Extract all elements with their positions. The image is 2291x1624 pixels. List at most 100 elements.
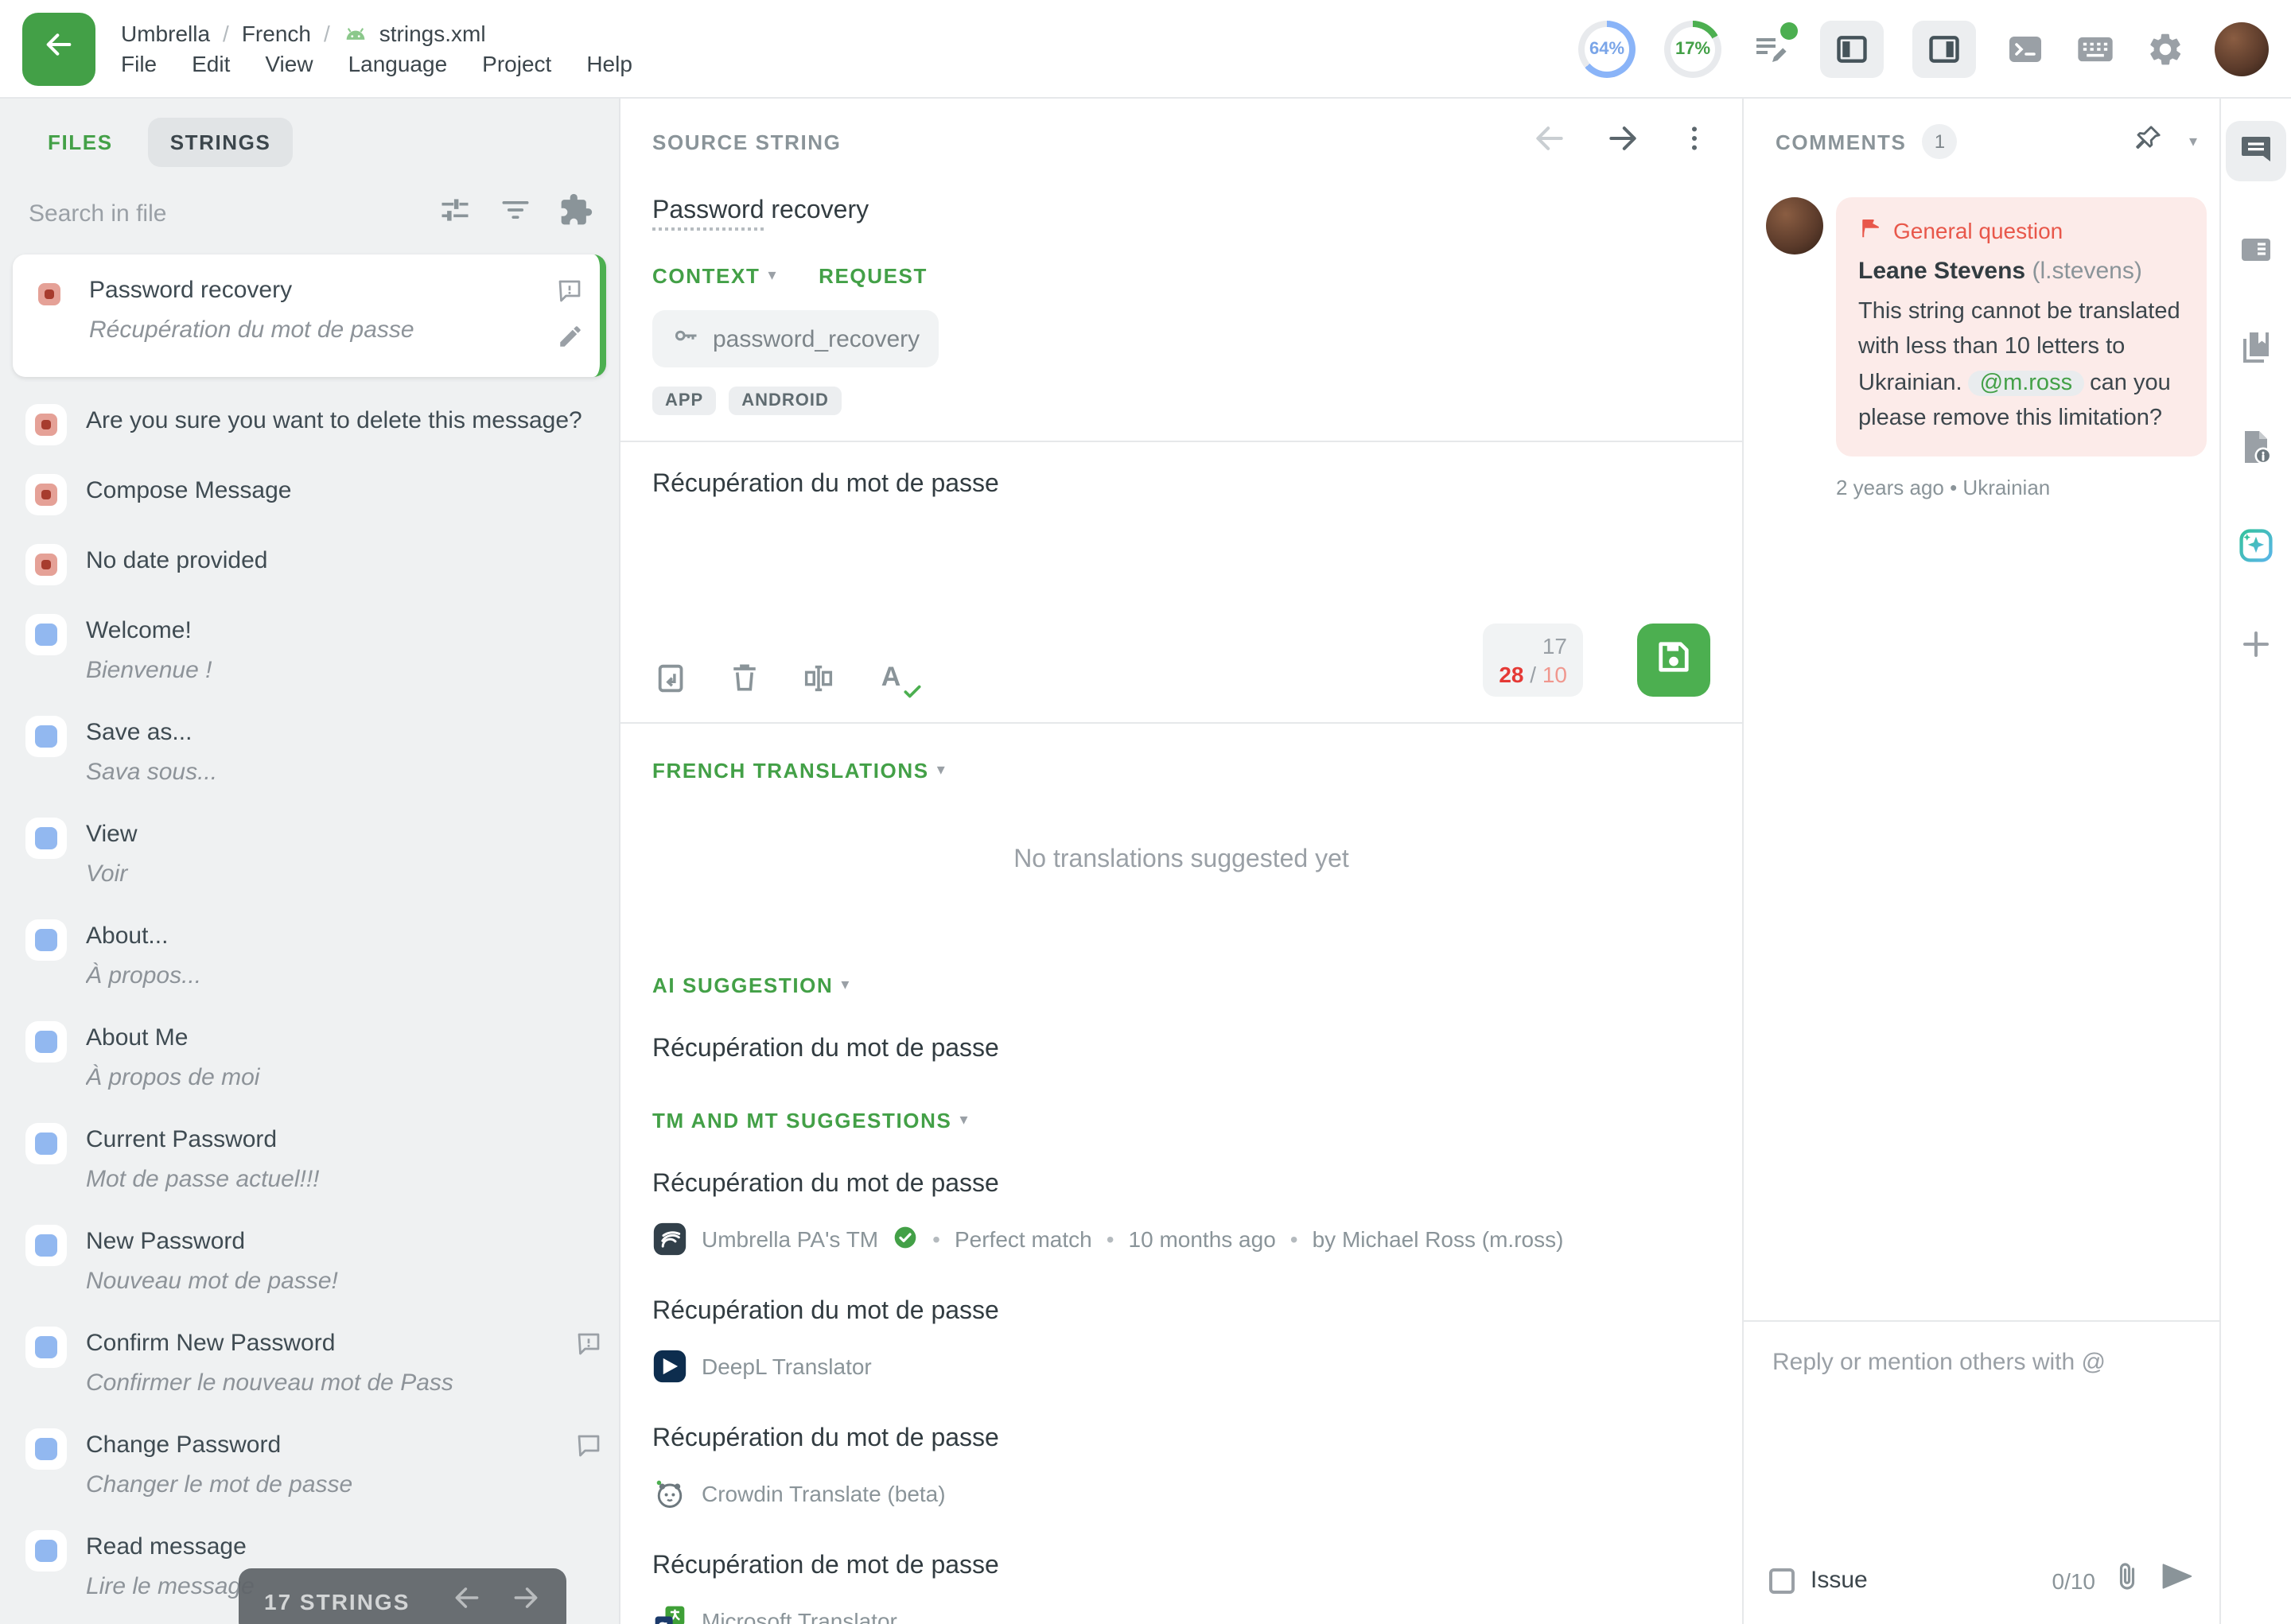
list-item[interactable]: No date provided — [0, 530, 619, 600]
breadcrumb-file[interactable]: strings.xml — [379, 21, 486, 46]
comment-card: General question Leane Stevens (l.steven… — [1836, 197, 2207, 457]
filter-icon[interactable] — [498, 192, 533, 235]
deepl-icon — [652, 1349, 687, 1384]
string-source-text: Change Password — [86, 1428, 555, 1462]
pin-icon[interactable] — [2132, 122, 2164, 161]
list-item[interactable]: Confirm New Password Confirmer le nouvea… — [0, 1312, 619, 1414]
menu-item[interactable]: Project — [482, 51, 551, 76]
list-item[interactable]: View Voir — [0, 803, 619, 905]
toggle-right-panel-button[interactable] — [1912, 20, 1976, 77]
list-item[interactable]: Change Password Changer le mot de passe — [0, 1414, 619, 1516]
list-item[interactable]: Welcome! Bienvenue ! — [0, 600, 619, 701]
chevron-down-icon[interactable]: ▾ — [2189, 133, 2197, 150]
microsoft-translator-icon — [652, 1603, 687, 1624]
translation-input[interactable]: Récupération du mot de passe — [652, 471, 1710, 624]
glossary-tab-icon[interactable] — [2226, 318, 2286, 379]
list-item[interactable]: Password recovery Récupération du mot de… — [13, 254, 606, 377]
list-item[interactable]: Current Password Mot de passe actuel!!! — [0, 1109, 619, 1210]
user-avatar[interactable] — [2215, 21, 2269, 76]
previous-string-icon[interactable] — [452, 1583, 482, 1621]
more-options-icon[interactable] — [1678, 122, 1710, 161]
save-button[interactable] — [1637, 624, 1710, 697]
suggestion-text[interactable]: Récupération du mot de passe — [620, 1393, 1742, 1454]
list-item[interactable]: Compose Message — [0, 460, 619, 530]
ai-suggestion-header[interactable]: AI SUGGESTION▾ — [652, 973, 850, 997]
editor-panel: SOURCE STRING Password recovery CONTEXT▾… — [620, 99, 1742, 1624]
next-arrow-icon[interactable] — [1605, 120, 1640, 163]
suggestion[interactable]: Récupération du mot de passe — [620, 1266, 1742, 1393]
mention-chip[interactable]: @m.ross — [1969, 371, 2083, 396]
breadcrumb-project[interactable]: Umbrella — [121, 21, 210, 46]
string-source-text: No date provided — [86, 544, 584, 577]
comments-panel: COMMENTS 1 ▾ General question — [1742, 99, 2219, 1624]
attachment-icon[interactable] — [2111, 1560, 2143, 1600]
string-list: Password recovery Récupération du mot de… — [0, 254, 619, 1624]
plugins-puzzle-icon[interactable] — [558, 192, 593, 235]
context-dropdown[interactable]: CONTEXT▾ — [652, 264, 777, 288]
string-translation-text: Changer le mot de passe — [86, 1468, 555, 1502]
translations-section-header[interactable]: FRENCH TRANSLATIONS▾ — [652, 759, 946, 783]
spellcheck-icon[interactable]: A — [872, 659, 910, 697]
suggestion-text[interactable]: Récupération de mot de passe — [620, 1521, 1742, 1581]
settings-gear-icon[interactable] — [2145, 28, 2186, 69]
filter-settings-icon[interactable] — [438, 192, 473, 235]
reply-input[interactable] — [1769, 1347, 2194, 1377]
issue-checkbox[interactable] — [1769, 1568, 1795, 1593]
comments-tab-icon[interactable] — [2226, 121, 2286, 181]
list-item[interactable]: Save as... Sava sous... — [0, 701, 619, 803]
menu-item[interactable]: Help — [586, 51, 632, 76]
context-tab-icon[interactable] — [2226, 220, 2286, 280]
menu-item[interactable]: File — [121, 51, 157, 76]
string-translation-text: Récupération du mot de passe — [89, 313, 536, 347]
list-item[interactable]: Are you sure you want to delete this mes… — [0, 390, 619, 460]
tab-files[interactable]: FILES — [25, 118, 135, 167]
menu-item[interactable]: Edit — [192, 51, 230, 76]
translated-progress-ring[interactable]: 64% — [1578, 20, 1636, 77]
list-item[interactable]: New Password Nouveau mot de passe! — [0, 1210, 619, 1312]
toggle-left-panel-button[interactable] — [1820, 20, 1884, 77]
back-button[interactable] — [22, 12, 95, 85]
menu-item[interactable]: View — [265, 51, 313, 76]
select-text-icon[interactable] — [799, 659, 837, 697]
list-item[interactable]: About... À propos... — [0, 905, 619, 1007]
breadcrumb: Umbrella / French / strings.xml — [121, 21, 632, 46]
string-translation-text: Voir — [86, 857, 584, 891]
proofread-mode-icon[interactable] — [1750, 28, 1791, 69]
next-string-icon[interactable] — [511, 1583, 541, 1621]
string-status-icon — [38, 283, 60, 305]
ai-suggestion-text[interactable]: Récupération du mot de passe — [620, 1004, 1742, 1064]
string-source-text: New Password — [86, 1225, 584, 1258]
string-status-icon — [35, 624, 57, 646]
tm-mt-suggestions-header[interactable]: TM AND MT SUGGESTIONS▾ — [652, 1109, 969, 1133]
suggestion-text[interactable]: Récupération du mot de passe — [620, 1266, 1742, 1327]
search-input[interactable] — [25, 199, 412, 229]
char-counter: 17 28 / 10 — [1483, 624, 1583, 697]
keyboard-shortcuts-icon[interactable] — [2075, 28, 2116, 69]
tab-strings[interactable]: STRINGS — [148, 118, 294, 167]
copy-source-icon[interactable] — [652, 659, 690, 697]
suggestion[interactable]: Récupération de mot de passe — [620, 1521, 1742, 1624]
string-status-icon — [35, 414, 57, 436]
list-item[interactable]: About Me À propos de moi — [0, 1007, 619, 1109]
suggestion[interactable]: Récupération du mot de passe — [620, 1139, 1742, 1266]
file-info-tab-icon[interactable] — [2226, 417, 2286, 477]
add-panel-icon[interactable] — [2226, 614, 2286, 674]
comment-author-avatar[interactable] — [1766, 197, 1823, 254]
string-source-text: Are you sure you want to delete this mes… — [86, 404, 584, 437]
menu-item[interactable]: Language — [348, 51, 448, 76]
breadcrumb-language[interactable]: French — [242, 21, 311, 46]
match-type: Perfect match — [955, 1226, 1092, 1252]
request-context-button[interactable]: REQUEST — [819, 264, 928, 288]
string-source-text: Current Password — [86, 1123, 584, 1156]
approved-progress-ring[interactable]: 17% — [1664, 20, 1721, 77]
send-icon[interactable] — [2159, 1559, 2194, 1602]
string-key-chip[interactable]: password_recovery — [652, 310, 939, 367]
edit-pencil-icon[interactable] — [557, 323, 584, 358]
suggestion-text[interactable]: Récupération du mot de passe — [620, 1139, 1742, 1199]
suggestion[interactable]: Récupération du mot de passe — [620, 1393, 1742, 1521]
ai-assistant-tab-icon[interactable] — [2226, 515, 2286, 576]
console-icon[interactable] — [2005, 28, 2046, 69]
comments-count-badge: 1 — [1922, 124, 1957, 159]
clear-translation-icon[interactable] — [725, 659, 764, 697]
previous-arrow-icon[interactable] — [1532, 120, 1567, 163]
